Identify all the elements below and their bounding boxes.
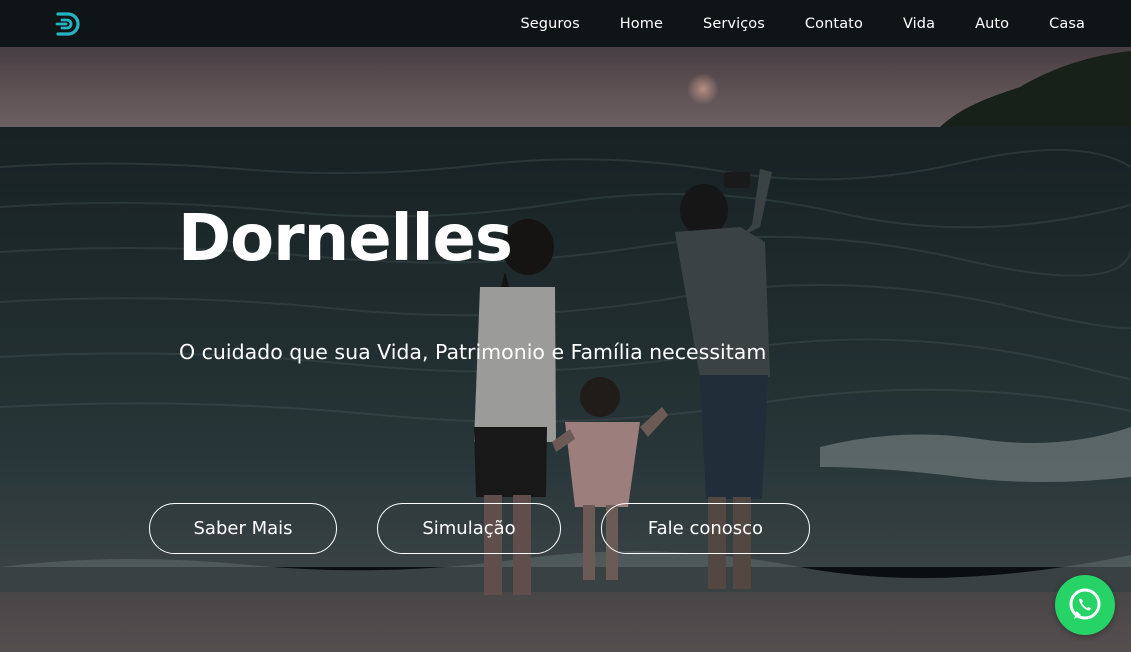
whatsapp-button[interactable] <box>1055 575 1115 635</box>
hero-title: Dornelles <box>178 202 513 276</box>
nav-link-seguros[interactable]: Seguros <box>520 16 579 32</box>
hero-section: Dornelles O cuidado que sua Vida, Patrim… <box>0 47 1131 652</box>
fale-conosco-button[interactable]: Fale conosco <box>601 503 810 554</box>
main-menu: Seguros Home Serviços Contato Vida Auto … <box>480 0 1085 47</box>
hero-subtitle: O cuidado que sua Vida, Patrimonio e Fam… <box>179 340 767 364</box>
nav-link-servicos[interactable]: Serviços <box>703 16 765 32</box>
simulacao-button[interactable]: Simulação <box>377 503 561 554</box>
nav-link-vida[interactable]: Vida <box>903 16 935 32</box>
dornelles-logo-icon[interactable] <box>55 11 83 37</box>
nav-link-casa[interactable]: Casa <box>1049 16 1085 32</box>
saber-mais-button[interactable]: Saber Mais <box>149 503 337 554</box>
nav-link-home[interactable]: Home <box>620 16 663 32</box>
top-navbar: Seguros Home Serviços Contato Vida Auto … <box>0 0 1131 47</box>
nav-link-auto[interactable]: Auto <box>975 16 1009 32</box>
whatsapp-icon <box>1069 588 1101 620</box>
nav-link-contato[interactable]: Contato <box>805 16 863 32</box>
